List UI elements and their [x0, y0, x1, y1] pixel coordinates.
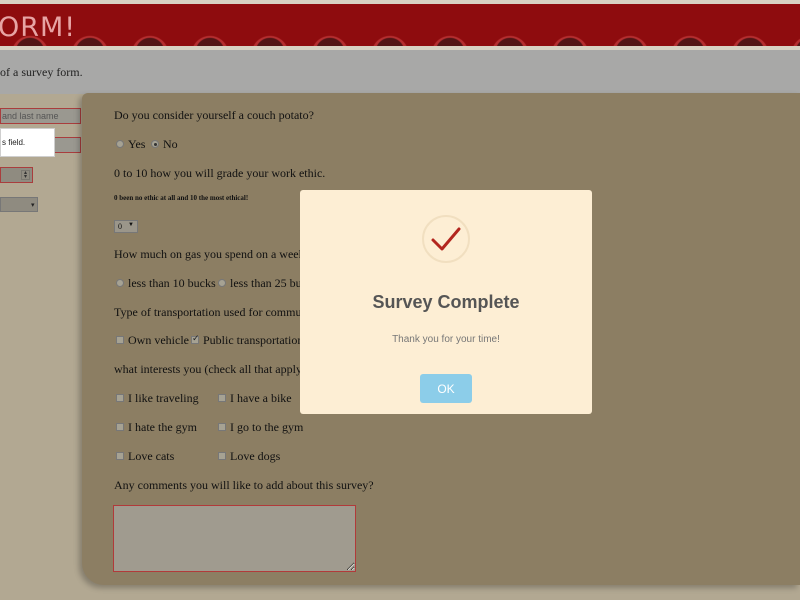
dialog-title: Survey Complete [372, 292, 520, 312]
survey-complete-dialog: Survey Complete Thank you for your time!… [300, 190, 592, 414]
success-icon-ring [422, 215, 470, 263]
ok-button[interactable]: OK [420, 374, 472, 403]
dialog-message: Thank you for your time! [392, 334, 500, 345]
checkmark-icon [431, 227, 461, 251]
